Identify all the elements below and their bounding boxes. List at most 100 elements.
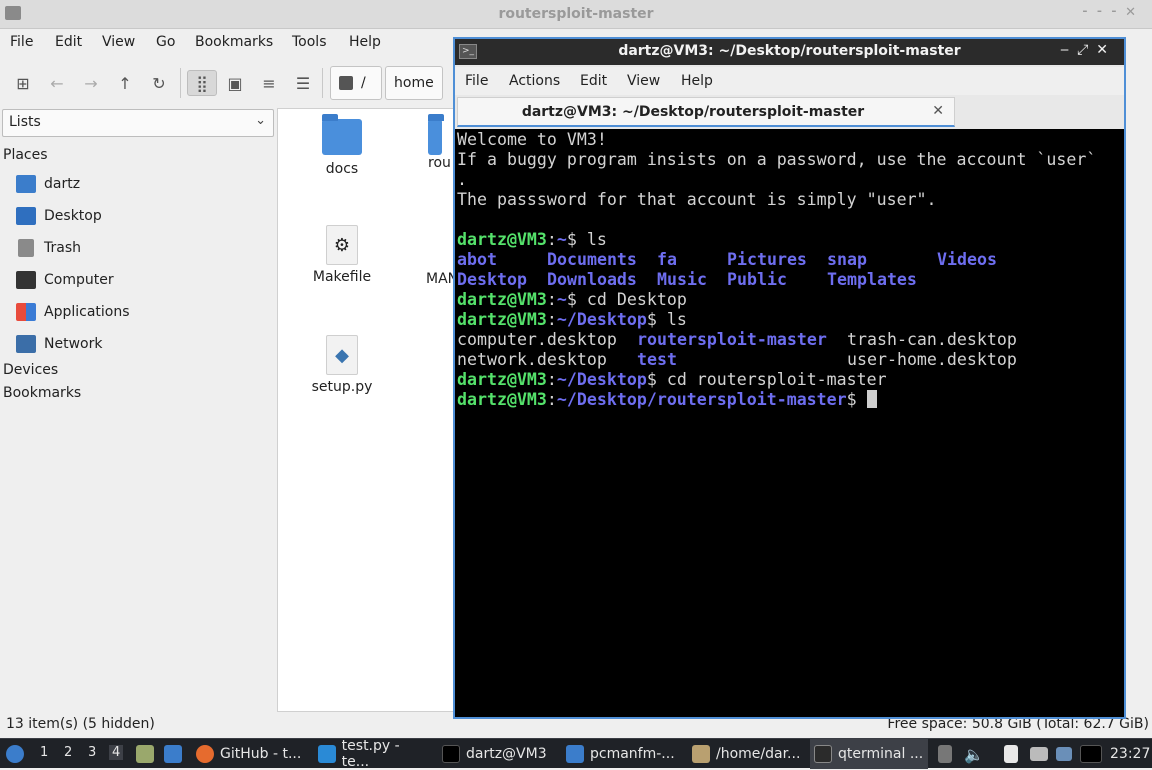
term-menu-edit[interactable]: Edit bbox=[580, 73, 607, 89]
fm-menu-bookmarks[interactable]: Bookmarks bbox=[195, 34, 273, 50]
terminal-window-buttons[interactable]: ‒⤢✕ bbox=[1060, 42, 1116, 58]
terminal-line: dartz@VM3:~/Desktop$ ls bbox=[457, 310, 687, 329]
archive-icon bbox=[692, 745, 710, 763]
workspace-3[interactable]: 3 bbox=[88, 745, 96, 760]
sidebar-item-computer[interactable]: Computer bbox=[16, 268, 114, 292]
terminal-line: routersploit-master bbox=[637, 330, 827, 349]
back-arrow-icon[interactable]: ← bbox=[44, 70, 70, 96]
start-menu-button[interactable] bbox=[2, 739, 28, 769]
compact-view-icon[interactable]: ≡ bbox=[256, 70, 282, 96]
tray-network[interactable] bbox=[1026, 739, 1052, 769]
fm-menu-edit[interactable]: Edit bbox=[55, 34, 82, 50]
clock-time: 23:27 bbox=[1110, 746, 1151, 762]
bookmarks-heading[interactable]: Bookmarks bbox=[3, 385, 81, 401]
fm-titlebar[interactable]: routersploit-master ⁃⁃⁃✕ bbox=[0, 0, 1152, 29]
task-vscode[interactable]: test.py - te... bbox=[314, 738, 434, 770]
terminal-line: network.desktop bbox=[457, 350, 607, 369]
file-name: docs bbox=[325, 161, 359, 177]
sidebar-item-applications[interactable]: Applications bbox=[16, 300, 130, 324]
path-root-button[interactable]: / bbox=[330, 66, 382, 100]
toolbar-separator bbox=[180, 68, 181, 98]
quicklaunch-files[interactable] bbox=[132, 739, 158, 769]
forward-arrow-icon[interactable]: → bbox=[78, 70, 104, 96]
workspace-2[interactable]: 2 bbox=[64, 745, 72, 760]
terminal-tab[interactable]: dartz@VM3: ~/Desktop/routersploit-master… bbox=[457, 97, 955, 127]
fm-menu-file[interactable]: File bbox=[10, 34, 33, 50]
terminal-titlebar[interactable]: >_ dartz@VM3: ~/Desktop/routersploit-mas… bbox=[455, 39, 1124, 65]
sidebar-item-label: Computer bbox=[44, 272, 114, 288]
terminal-line: dartz@VM3:~/Desktop$ cd routersploit-mas… bbox=[457, 370, 887, 389]
fm-menu-view[interactable]: View bbox=[102, 34, 135, 50]
close-tab-icon[interactable]: ✕ bbox=[932, 103, 944, 119]
fm-menu-help[interactable]: Help bbox=[349, 34, 381, 50]
file-item-makefile[interactable]: ⚙ Makefile bbox=[292, 225, 392, 285]
toolbar-separator bbox=[322, 68, 323, 98]
tray-updates[interactable] bbox=[934, 739, 956, 769]
quicklaunch-desktop[interactable] bbox=[160, 739, 186, 769]
reload-icon[interactable]: ↻ bbox=[146, 70, 172, 96]
volume-icon: 🔈 bbox=[964, 744, 984, 764]
sidebar-item-trash[interactable]: Trash bbox=[16, 236, 81, 260]
terminal-menubar: File Actions Edit View Help bbox=[455, 67, 1124, 95]
file-view: docs rou ⚙ Makefile MAN ◆ setup.py bbox=[277, 108, 458, 712]
fm-menu-tools[interactable]: Tools bbox=[292, 34, 327, 50]
fm-menu-go[interactable]: Go bbox=[156, 34, 175, 50]
terminal-window: >_ dartz@VM3: ~/Desktop/routersploit-mas… bbox=[453, 37, 1126, 719]
terminal-screen[interactable]: Welcome to VM3! If a buggy program insis… bbox=[455, 129, 1124, 717]
makefile-icon: ⚙ bbox=[326, 225, 358, 265]
terminal-line: Pictures bbox=[727, 250, 807, 269]
term-menu-view[interactable]: View bbox=[627, 73, 660, 89]
thumbnail-view-icon[interactable]: ▣ bbox=[222, 70, 248, 96]
task-qterminal[interactable]: qterminal ... bbox=[810, 739, 928, 769]
task-label: GitHub - t... bbox=[220, 746, 302, 762]
places-heading[interactable]: Places bbox=[3, 147, 48, 163]
task-pcmanfm[interactable]: pcmanfm-... bbox=[562, 739, 682, 769]
tray-notifications[interactable] bbox=[1052, 739, 1076, 769]
clock[interactable]: 23:27 bbox=[1106, 739, 1152, 769]
icon-view-icon[interactable]: ⣿ bbox=[187, 70, 217, 96]
sidebar-item-label: dartz bbox=[44, 176, 81, 192]
up-arrow-icon[interactable]: ↑ bbox=[112, 70, 138, 96]
terminal-line: If a buggy program insists on a password… bbox=[457, 150, 1097, 169]
terminal-line: dartz@VM3:~$ cd Desktop bbox=[457, 290, 687, 309]
term-menu-file[interactable]: File bbox=[465, 73, 488, 89]
terminal-line: Documents bbox=[547, 250, 637, 269]
path-home-button[interactable]: home bbox=[385, 66, 443, 100]
detailed-list-view-icon[interactable]: ☰ bbox=[290, 70, 316, 96]
sidebar-item-label: Applications bbox=[44, 304, 130, 320]
cpu-monitor-icon bbox=[1080, 745, 1102, 763]
terminal-line: Welcome to VM3! bbox=[457, 130, 607, 149]
terminal-line: abot bbox=[457, 250, 497, 269]
tray-clipboard[interactable] bbox=[1000, 739, 1022, 769]
term-menu-help[interactable]: Help bbox=[681, 73, 713, 89]
tray-volume[interactable]: 🔈 bbox=[960, 739, 988, 769]
fm-window-buttons[interactable]: ⁃⁃⁃✕ bbox=[1082, 5, 1144, 20]
workspace-4[interactable]: 4 bbox=[109, 745, 124, 760]
path-home-label: home bbox=[394, 75, 434, 91]
devices-heading[interactable]: Devices bbox=[3, 362, 58, 378]
task-home-dartz[interactable]: /home/dar... bbox=[688, 739, 806, 769]
task-label: qterminal ... bbox=[838, 746, 924, 762]
sidebar-item-network[interactable]: Network bbox=[16, 332, 102, 356]
sidebar-item-dartz[interactable]: dartz bbox=[16, 172, 80, 196]
terminal-line: snap bbox=[827, 250, 867, 269]
new-tab-icon[interactable]: ⊞ bbox=[10, 70, 36, 96]
workspace-1[interactable]: 1 bbox=[40, 745, 48, 760]
sidebar-mode-select[interactable]: Lists ⌄ bbox=[2, 109, 274, 137]
sidebar-item-desktop[interactable]: Desktop bbox=[16, 204, 102, 228]
file-name: setup.py bbox=[311, 379, 373, 395]
updates-icon bbox=[938, 745, 952, 763]
task-firefox[interactable]: GitHub - t... bbox=[192, 739, 308, 769]
sidebar-item-label: Trash bbox=[44, 240, 81, 256]
notification-icon bbox=[1056, 747, 1072, 761]
terminal-line: Public bbox=[727, 270, 787, 289]
fm-title: routersploit-master bbox=[498, 6, 654, 22]
file-item-setup-py[interactable]: ◆ setup.py bbox=[292, 335, 392, 395]
term-menu-actions[interactable]: Actions bbox=[509, 73, 560, 89]
file-item-docs[interactable]: docs bbox=[292, 114, 392, 177]
desktop-icon bbox=[16, 207, 36, 225]
tray-cpu-monitor[interactable] bbox=[1076, 739, 1106, 769]
drive-icon bbox=[339, 76, 353, 90]
task-label: pcmanfm-... bbox=[590, 746, 675, 762]
task-terminal-dartz[interactable]: dartz@VM3 bbox=[438, 739, 556, 769]
